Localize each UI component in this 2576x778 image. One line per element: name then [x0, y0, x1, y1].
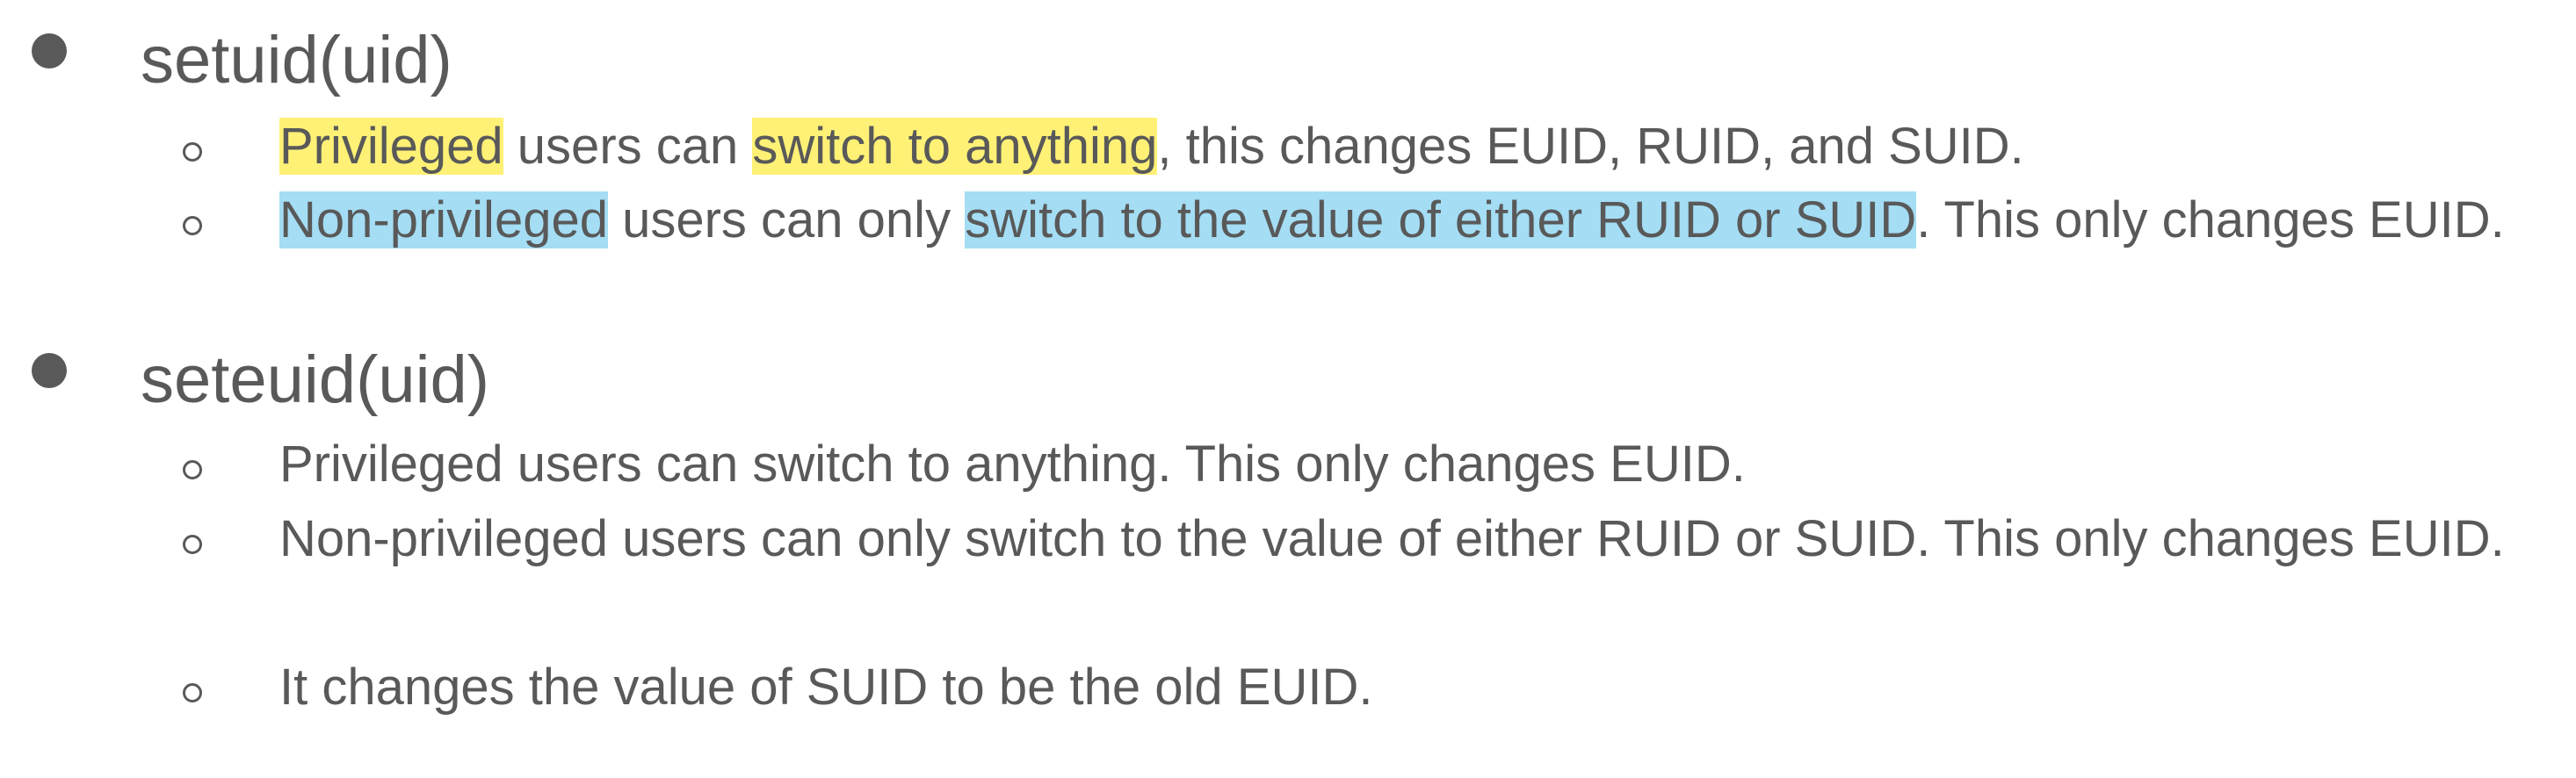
hollow-bullet-icon: [183, 142, 202, 162]
hollow-bullet-icon: [183, 216, 202, 235]
highlighted-text: switch to the value of either RUID or SU…: [965, 191, 1917, 249]
hollow-bullet-icon: [183, 535, 202, 554]
sub-bullet-text: Privileged users can switch to anything.…: [279, 436, 1746, 493]
highlighted-text: switch to anything: [752, 118, 1158, 175]
bullet-item-seteuid: seteuid(uid): [0, 332, 2576, 429]
filled-bullet-icon: [32, 33, 67, 68]
bullet-item-setuid: setuid(uid): [0, 12, 2576, 109]
plain-text: , this changes EUID, RUID, and SUID.: [1157, 118, 2024, 175]
plain-text: . This only changes EUID.: [1916, 191, 2505, 249]
plain-text: users can: [503, 118, 753, 175]
sub-bullet-text: It changes the value of SUID to be the o…: [279, 659, 1373, 716]
sub-bullet-text: Non-privileged users can only switch to …: [279, 510, 2505, 567]
filled-bullet-icon: [32, 353, 67, 388]
hollow-bullet-icon: [183, 683, 202, 702]
sub-bullet-text: Privileged users can switch to anything,…: [279, 109, 2529, 184]
slide-content: setuid(uid) Privileged users can switch …: [0, 0, 2576, 778]
highlighted-text: Privileged: [279, 118, 503, 175]
sub-bullet-text: Non-privileged users can only switch to …: [279, 183, 2529, 257]
bullet-heading: seteuid(uid): [141, 342, 490, 417]
hollow-bullet-icon: [183, 460, 202, 479]
plain-text: users can only: [607, 191, 966, 249]
highlighted-text: Non-privileged: [279, 191, 608, 249]
bullet-heading: setuid(uid): [141, 23, 452, 97]
